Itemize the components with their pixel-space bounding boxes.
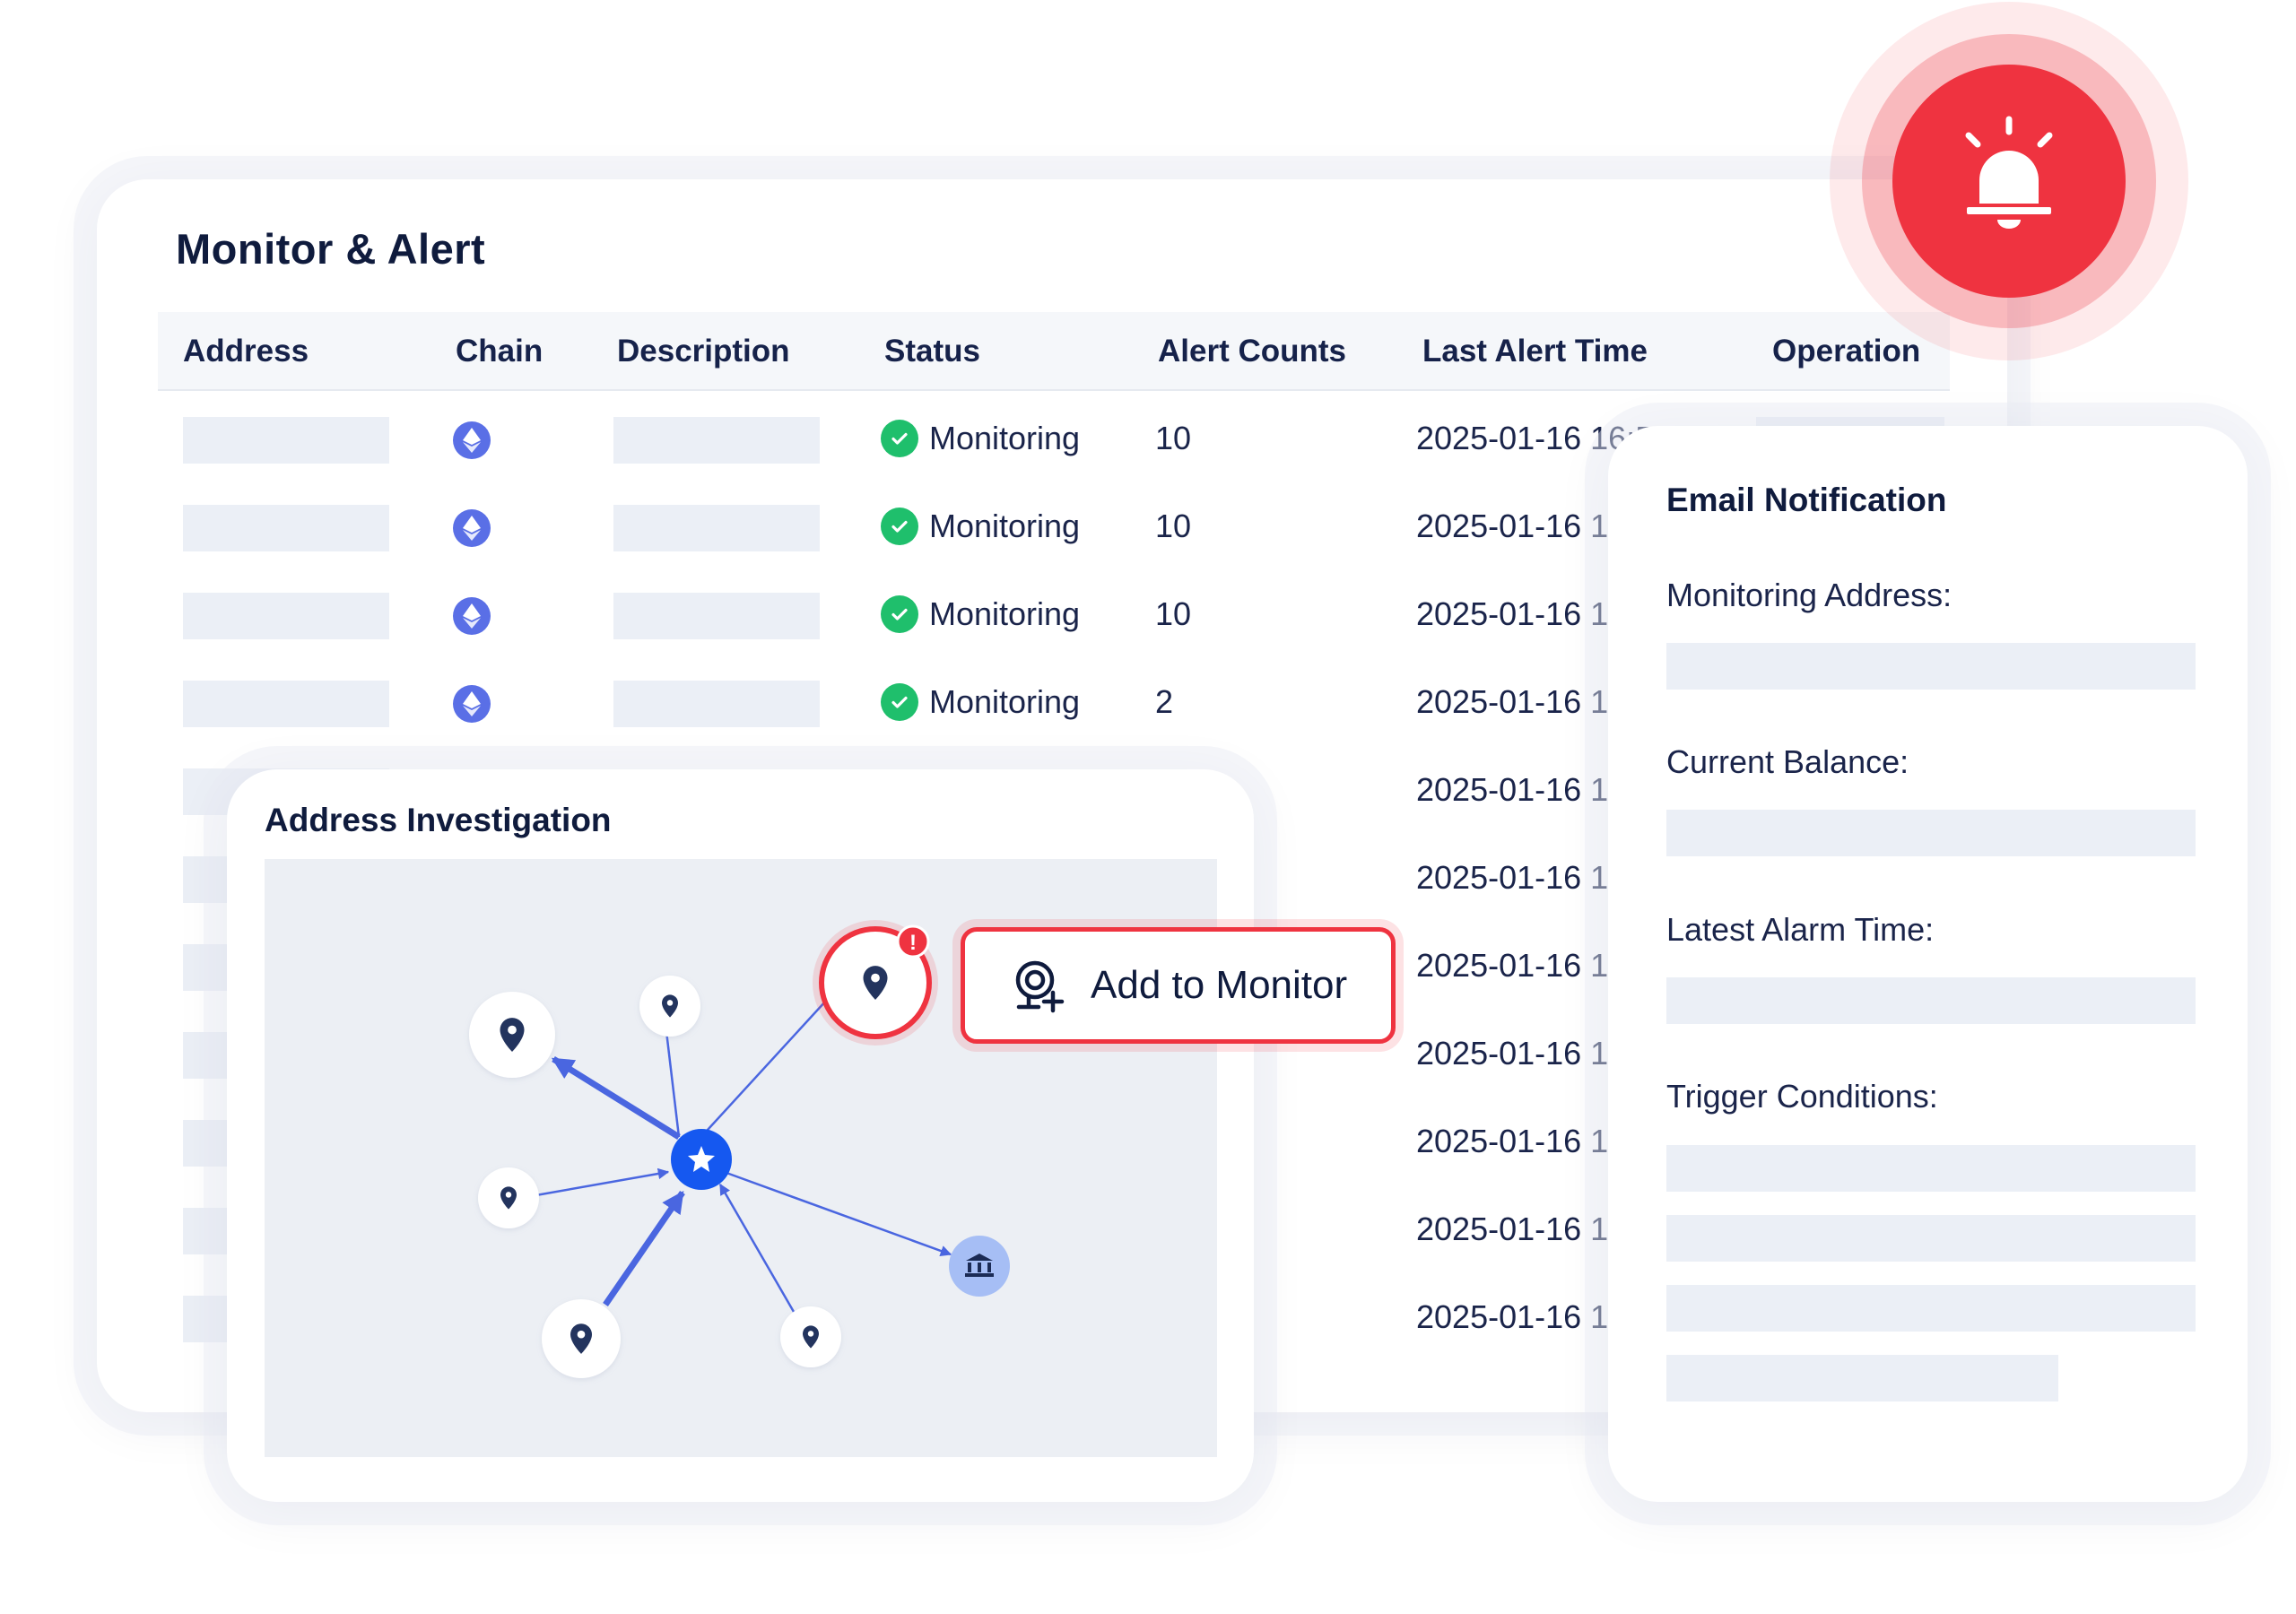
last-alert-time: 2025-01-16 1 xyxy=(1416,1123,1609,1159)
page-title: Monitor & Alert xyxy=(176,225,486,273)
status-badge: Monitoring xyxy=(881,595,1080,633)
last-alert-time: 2025-01-16 1 xyxy=(1416,1035,1609,1072)
email-notification-panel: Email Notification Monitoring Address: C… xyxy=(1608,426,2248,1502)
last-alert-time: 2025-01-16 1 xyxy=(1416,771,1609,808)
alert-badge-icon: ! xyxy=(896,924,930,959)
graph-node[interactable] xyxy=(780,1306,841,1367)
column-header-operation[interactable]: Operation xyxy=(1772,312,1920,391)
description-placeholder xyxy=(613,505,820,551)
last-alert-time: 2025-01-16 1 xyxy=(1416,1210,1609,1247)
svg-text:!: ! xyxy=(909,931,917,955)
address-investigation-panel: Address Investigation ! xyxy=(227,769,1254,1502)
alarm-bell-icon xyxy=(1892,65,2126,298)
latest-alarm-time-field xyxy=(1666,977,2196,1024)
alert-node[interactable]: ! xyxy=(813,920,938,1046)
check-circle-icon xyxy=(881,683,918,721)
add-to-monitor-button[interactable]: Add to Monitor xyxy=(961,927,1396,1044)
ethereum-icon xyxy=(453,597,491,635)
graph-node[interactable] xyxy=(639,976,700,1037)
column-header-description[interactable]: Description xyxy=(617,312,790,391)
status-badge: Monitoring xyxy=(881,420,1080,457)
check-circle-icon xyxy=(881,508,918,545)
alert-count: 10 xyxy=(1155,420,1192,456)
check-circle-icon xyxy=(881,420,918,457)
address-placeholder xyxy=(183,681,389,727)
description-placeholder xyxy=(613,417,820,464)
email-notification-title: Email Notification xyxy=(1666,482,1947,518)
monitoring-address-label: Monitoring Address: xyxy=(1666,577,1952,613)
bank-node[interactable] xyxy=(949,1236,1010,1297)
status-badge: Monitoring xyxy=(881,508,1080,545)
trigger-condition-line xyxy=(1666,1355,2058,1401)
alert-count: 10 xyxy=(1155,595,1192,632)
trigger-conditions-label: Trigger Conditions: xyxy=(1666,1078,1938,1115)
status-badge: Monitoring xyxy=(881,683,1080,721)
alert-count: 2 xyxy=(1155,683,1174,720)
column-header-status[interactable]: Status xyxy=(884,312,980,391)
column-header-address[interactable]: Address xyxy=(183,312,309,391)
graph-node[interactable] xyxy=(478,1167,539,1228)
ethereum-icon xyxy=(453,509,491,547)
graph-node[interactable] xyxy=(469,992,555,1078)
latest-alarm-time-label: Latest Alarm Time: xyxy=(1666,911,1935,948)
last-alert-time: 2025-01-16 1 xyxy=(1416,1298,1609,1335)
address-placeholder xyxy=(183,505,389,551)
last-alert-time: 2025-01-16 1 xyxy=(1416,683,1609,720)
current-balance-label: Current Balance: xyxy=(1666,743,1909,780)
column-header-chain[interactable]: Chain xyxy=(456,312,543,391)
last-alert-time: 2025-01-16 1 xyxy=(1416,508,1609,544)
monitor-add-icon xyxy=(1015,960,1065,1013)
address-placeholder xyxy=(183,593,389,639)
trigger-condition-line xyxy=(1666,1215,2196,1262)
last-alert-time: 2025-01-16 1 xyxy=(1416,947,1609,984)
trigger-condition-line xyxy=(1666,1285,2196,1332)
column-header-last-alert-time[interactable]: Last Alert Time xyxy=(1422,312,1648,391)
ethereum-icon xyxy=(453,685,491,723)
address-investigation-title: Address Investigation xyxy=(265,802,612,838)
add-to-monitor-label: Add to Monitor xyxy=(1091,963,1348,1007)
graph-node[interactable] xyxy=(542,1299,621,1378)
check-circle-icon xyxy=(881,595,918,633)
monitoring-address-field xyxy=(1666,643,2196,690)
column-header-alert-counts[interactable]: Alert Counts xyxy=(1158,312,1346,391)
status-text: Monitoring xyxy=(929,420,1081,456)
description-placeholder xyxy=(613,681,820,727)
trigger-condition-line xyxy=(1666,1145,2196,1192)
last-alert-time: 2025-01-16 1 xyxy=(1416,859,1609,896)
current-balance-field xyxy=(1666,810,2196,856)
status-text: Monitoring xyxy=(929,683,1081,720)
address-placeholder xyxy=(183,417,389,464)
description-placeholder xyxy=(613,593,820,639)
status-text: Monitoring xyxy=(929,595,1081,632)
ethereum-icon xyxy=(453,421,491,459)
table-header: Address Chain Description Status Alert C… xyxy=(158,312,1950,391)
alert-count: 10 xyxy=(1155,508,1192,544)
status-text: Monitoring xyxy=(929,508,1081,544)
center-node[interactable] xyxy=(671,1129,732,1190)
last-alert-time: 2025-01-16 1 xyxy=(1416,595,1609,632)
